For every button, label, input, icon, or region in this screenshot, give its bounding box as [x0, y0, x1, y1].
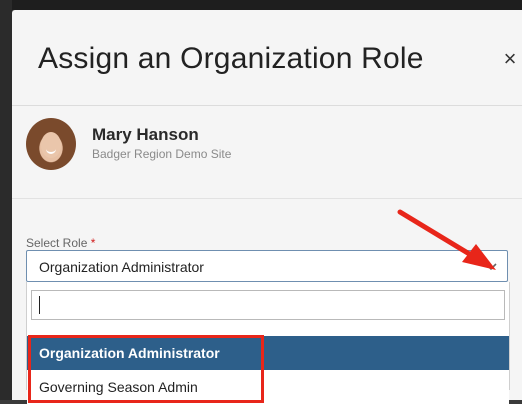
page-backdrop-top — [0, 0, 522, 10]
user-name: Mary Hanson — [92, 125, 199, 144]
avatar — [26, 118, 76, 170]
chevron-down-icon[interactable] — [483, 258, 499, 274]
user-info: Mary Hanson Badger Region Demo Site — [26, 118, 486, 178]
role-select[interactable]: Organization Administrator — [26, 250, 508, 282]
avatar-face-shape — [41, 132, 61, 158]
modal-title: Assign an Organization Role — [38, 42, 424, 75]
select-role-label-text: Select Role — [26, 236, 88, 250]
text-caret — [39, 296, 40, 314]
required-marker: * — [90, 236, 96, 250]
role-option-governing-season-admin[interactable]: Governing Season Admin — [27, 370, 509, 404]
section-divider — [12, 198, 522, 199]
user-site: Badger Region Demo Site — [92, 147, 232, 161]
modal-header: Assign an Organization Role × — [12, 10, 522, 106]
close-icon: × — [503, 46, 517, 71]
select-role-label: Select Role * — [26, 236, 95, 250]
page-backdrop-left — [0, 0, 12, 400]
role-select-value: Organization Administrator — [39, 259, 204, 275]
role-dropdown-menu: Organization Administrator Governing Sea… — [26, 282, 510, 404]
role-option-organization-administrator[interactable]: Organization Administrator — [27, 336, 509, 370]
close-button[interactable]: × — [498, 46, 522, 72]
role-search-input[interactable] — [31, 290, 505, 320]
